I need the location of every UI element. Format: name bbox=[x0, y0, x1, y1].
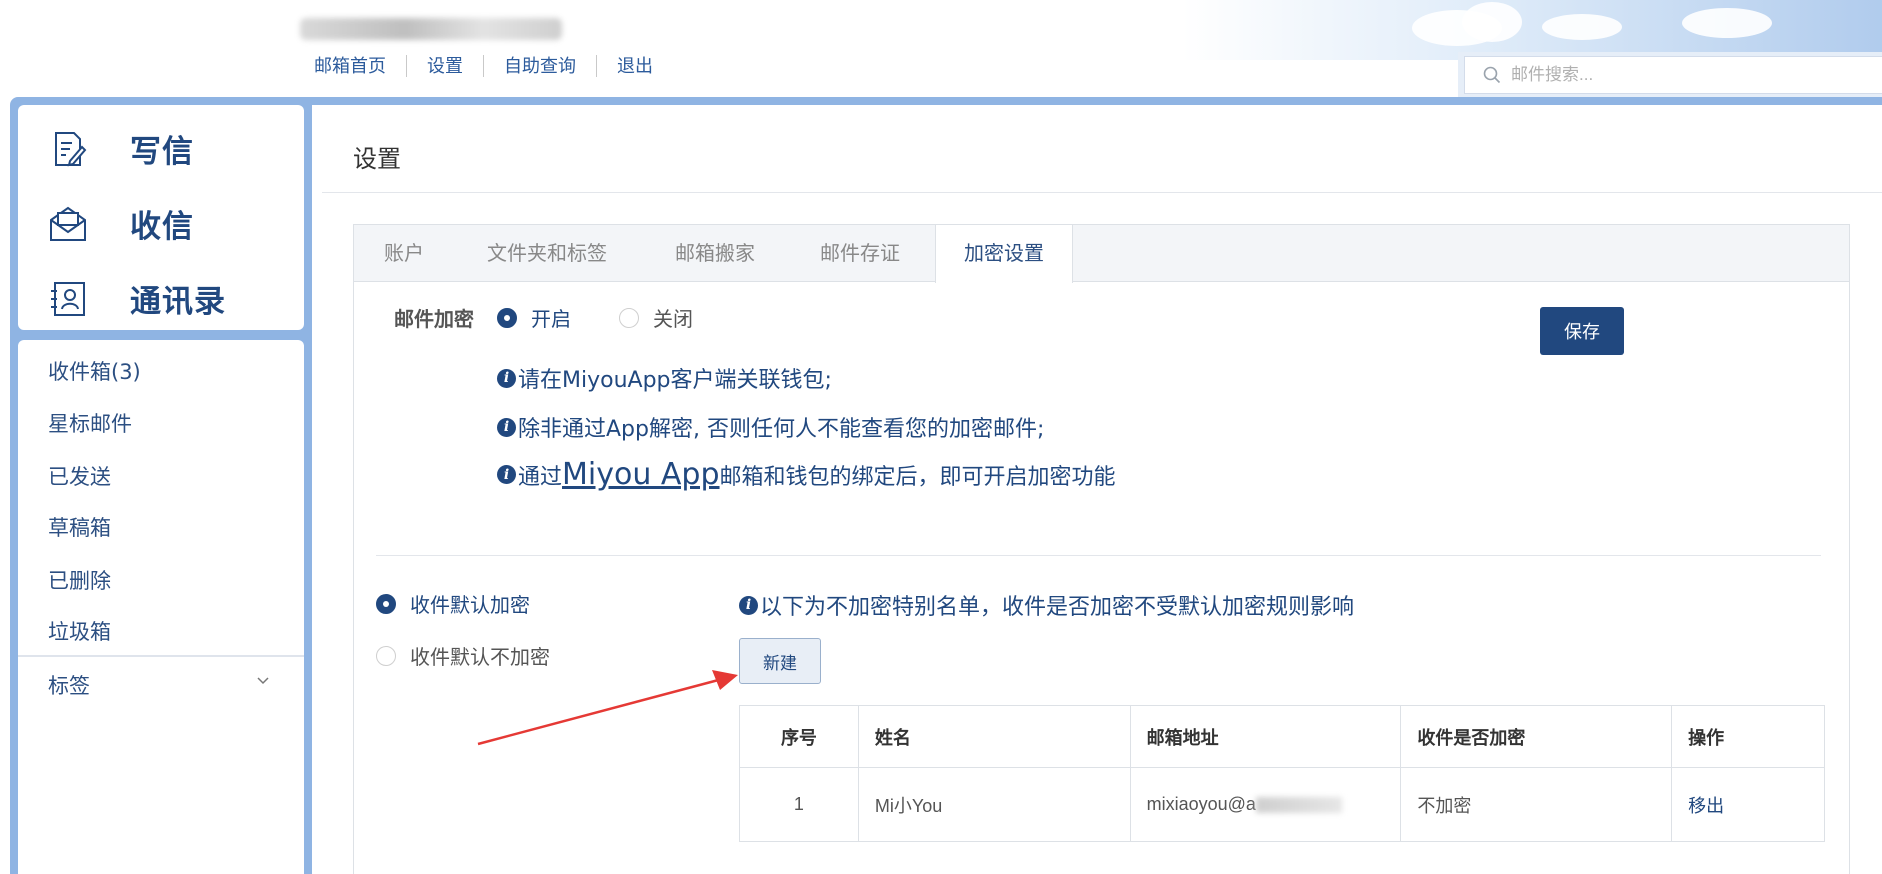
remove-link[interactable]: 移出 bbox=[1688, 796, 1724, 817]
sidebar-actions: 写信 收信 通讯录 bbox=[18, 105, 304, 330]
blurred-email-domain bbox=[1255, 797, 1342, 814]
settings-tabs: 账户 文件夹和标签 邮箱搬家 邮件存证 加密设置 bbox=[354, 225, 1849, 283]
cell-encrypted: 不加密 bbox=[1400, 767, 1673, 842]
section-divider bbox=[376, 555, 1821, 556]
chevron-down-icon[interactable] bbox=[256, 674, 270, 688]
folder-spam[interactable]: 垃圾箱 bbox=[48, 616, 111, 646]
cell-name: Mi小You bbox=[857, 767, 1131, 842]
info-line-3: i 通过 Miyou App 邮箱和钱包的绑定后，即可开启加密功能 bbox=[497, 457, 1116, 492]
folder-sent[interactable]: 已发送 bbox=[48, 461, 111, 491]
annotation-arrow-icon bbox=[477, 670, 738, 746]
nav-logout[interactable]: 退出 bbox=[597, 54, 673, 78]
col-action: 操作 bbox=[1671, 705, 1825, 768]
col-index: 序号 bbox=[739, 705, 859, 768]
folder-deleted[interactable]: 已删除 bbox=[48, 565, 111, 595]
search-field bbox=[1464, 56, 1882, 94]
compose-icon bbox=[55, 131, 87, 166]
nav-self-service[interactable]: 自助查询 bbox=[484, 54, 596, 78]
col-name: 姓名 bbox=[857, 705, 1131, 768]
receive-label: 收信 bbox=[130, 209, 194, 245]
tab-mail-evidence[interactable]: 邮件存证 bbox=[820, 225, 900, 282]
radio-unchecked bbox=[376, 645, 396, 666]
exception-table: 序号 姓名 邮箱地址 收件是否加密 操作 1 Mi小You mixiaoyou@… bbox=[739, 705, 1825, 842]
exception-note: i 以下为不加密特别名单，收件是否加密不受默认加密规则影响 bbox=[739, 589, 1354, 621]
info-text-2: 除非通过App解密, 否则任何人不能查看您的加密邮件; bbox=[518, 417, 1045, 442]
miyou-app-link[interactable]: Miyou App bbox=[562, 457, 720, 492]
compose-button[interactable]: 写信 bbox=[48, 126, 194, 171]
folder-inbox[interactable]: 收件箱(3) bbox=[48, 356, 141, 386]
nav-mail-home[interactable]: 邮箱首页 bbox=[314, 54, 406, 78]
receive-default-no-encrypt-radio[interactable]: 收件默认不加密 bbox=[376, 641, 550, 670]
contacts-icon bbox=[51, 281, 85, 316]
table-row: 1 Mi小You mixiaoyou@a 不加密 移出 bbox=[739, 767, 1825, 842]
encryption-on-label: 开启 bbox=[531, 307, 571, 331]
info-text-1: 请在MiyouApp客户端关联钱包; bbox=[518, 368, 832, 393]
receive-default-no-encrypt-label: 收件默认不加密 bbox=[410, 645, 550, 669]
info-icon: i bbox=[497, 417, 516, 437]
inbox-envelope-icon bbox=[50, 206, 86, 241]
receive-default-encrypt-label: 收件默认加密 bbox=[410, 593, 530, 617]
search-icon bbox=[1483, 66, 1501, 84]
info-line-1: i 请在MiyouApp客户端关联钱包; bbox=[497, 362, 832, 394]
receive-button[interactable]: 收信 bbox=[48, 201, 194, 246]
cell-email: mixiaoyou@a bbox=[1129, 767, 1402, 842]
cell-action: 移出 bbox=[1671, 767, 1825, 842]
sidebar-folders: 收件箱(3) 星标邮件 已发送 草稿箱 已删除 垃圾箱 标签 bbox=[18, 340, 304, 874]
cell-index: 1 bbox=[739, 767, 859, 842]
save-button[interactable]: 保存 bbox=[1540, 307, 1624, 355]
nav-settings[interactable]: 设置 bbox=[407, 54, 483, 78]
contacts-label: 通讯录 bbox=[130, 284, 226, 320]
top-nav: 邮箱首页 设置 自助查询 退出 bbox=[314, 54, 673, 78]
receive-default-encrypt-radio[interactable]: 收件默认加密 bbox=[376, 589, 530, 618]
new-exception-button[interactable]: 新建 bbox=[739, 638, 821, 684]
compose-label: 写信 bbox=[130, 134, 194, 170]
encryption-off-radio[interactable]: 关闭 bbox=[619, 303, 693, 332]
info-icon: i bbox=[497, 465, 516, 484]
exception-note-text: 以下为不加密特别名单，收件是否加密不受默认加密规则影响 bbox=[760, 595, 1355, 620]
search-input[interactable] bbox=[1511, 65, 1811, 85]
radio-unchecked bbox=[619, 307, 639, 328]
folder-drafts[interactable]: 草稿箱 bbox=[48, 512, 111, 542]
col-email: 邮箱地址 bbox=[1129, 705, 1402, 768]
search-box bbox=[1458, 52, 1882, 98]
contacts-button[interactable]: 通讯录 bbox=[48, 276, 226, 321]
folder-starred[interactable]: 星标邮件 bbox=[48, 408, 132, 438]
tab-folders-tags[interactable]: 文件夹和标签 bbox=[487, 225, 607, 282]
page-title: 设置 bbox=[353, 145, 401, 173]
info-icon: i bbox=[497, 368, 516, 388]
blurred-account-name bbox=[300, 18, 562, 40]
main-content: 设置 账户 文件夹和标签 邮箱搬家 邮件存证 加密设置 邮件加密 开启 关闭 保… bbox=[312, 105, 1882, 874]
sidebar-divider bbox=[18, 655, 304, 657]
mail-encryption-label: 邮件加密 bbox=[394, 307, 474, 331]
table-header-row: 序号 姓名 邮箱地址 收件是否加密 操作 bbox=[739, 705, 1825, 768]
col-encrypted: 收件是否加密 bbox=[1400, 705, 1673, 768]
top-header: 邮箱首页 设置 自助查询 退出 bbox=[0, 0, 1882, 100]
info-text-3-before: 通过 bbox=[518, 464, 563, 490]
email-text: mixiaoyou@a bbox=[1146, 794, 1256, 814]
tab-mail-migration[interactable]: 邮箱搬家 bbox=[675, 225, 755, 282]
sky-banner bbox=[1182, 0, 1882, 60]
settings-panel: 账户 文件夹和标签 邮箱搬家 邮件存证 加密设置 邮件加密 开启 关闭 保存 i… bbox=[353, 224, 1850, 874]
tab-account[interactable]: 账户 bbox=[384, 225, 424, 282]
tags-toggle[interactable]: 标签 bbox=[48, 670, 90, 700]
encryption-off-label: 关闭 bbox=[653, 307, 693, 331]
encryption-on-radio[interactable]: 开启 bbox=[497, 303, 571, 332]
info-text-3-after: 邮箱和钱包的绑定后，即可开启加密功能 bbox=[719, 464, 1116, 490]
tab-encryption[interactable]: 加密设置 bbox=[935, 225, 1073, 283]
info-line-2: i 除非通过App解密, 否则任何人不能查看您的加密邮件; bbox=[497, 411, 1044, 443]
radio-checked bbox=[376, 593, 396, 614]
title-divider bbox=[322, 192, 1882, 193]
radio-checked bbox=[497, 307, 517, 328]
info-icon: i bbox=[739, 595, 758, 615]
